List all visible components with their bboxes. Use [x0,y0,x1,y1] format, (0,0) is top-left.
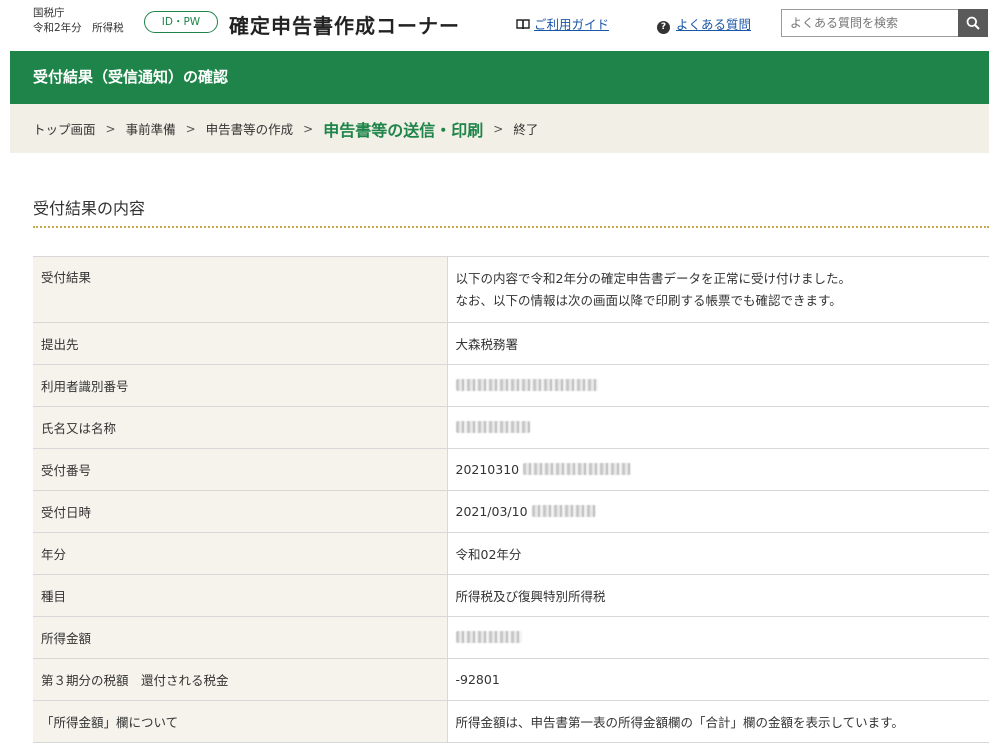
table-row: 所得金額 [33,616,989,659]
row-value-receipt-number: 20210310 [446,448,989,491]
table-bottom-border [33,742,989,743]
agency-info: 国税庁 令和2年分 所得税 [33,6,124,35]
chevron-right-icon: > [303,121,314,136]
row-label-income: 所得金額 [33,616,447,659]
breadcrumb-step-current: 申告書等の送信・印刷 [323,120,484,140]
search-button[interactable] [958,9,988,37]
row-value-tax-type: 所得税及び復興特別所得税 [446,574,989,617]
search-icon [966,16,980,30]
row-label-tax-type: 種目 [33,574,447,617]
row-label-refund: 第３期分の税額 還付される税金 [33,658,447,701]
result-message-line-2: なお、以下の情報は次の画面以降で印刷する帳票でも確認できます。 [455,292,842,308]
row-value-receipt-datetime: 2021/03/10 [446,490,989,533]
row-label-user-id: 利用者識別番号 [33,364,447,407]
agency-name: 国税庁 [33,7,65,19]
table-row: 年分 令和02年分 [33,532,989,575]
row-label-income-note: 「所得金額」欄について [33,700,447,743]
breadcrumb-step-top: トップ画面 [33,122,96,137]
receipt-date: 2021/03/10 [455,504,528,519]
result-message-line-1: 以下の内容で令和2年分の確定申告書データを正常に受け付けました。 [455,270,851,286]
section-title: 受付結果の内容 [33,199,146,218]
tax-year-label: 令和2年分 所得税 [33,22,124,34]
row-value-refund: -92801 [446,658,989,701]
faq-link[interactable]: よくある質問 [676,17,751,32]
redacted-value [523,463,632,475]
redacted-value [455,421,530,433]
row-value-income-note: 所得金額は、申告書第一表の所得金額欄の「合計」欄の金額を表示しています。 [446,700,989,743]
redacted-value [531,505,596,517]
table-row: 受付結果 以下の内容で令和2年分の確定申告書データを正常に受け付けました。 なお… [33,256,989,323]
auth-method-badge: ID・PW [144,11,218,33]
result-table: 受付結果 以下の内容で令和2年分の確定申告書データを正常に受け付けました。 なお… [33,256,989,743]
row-label-submit-to: 提出先 [33,322,447,365]
table-row: 「所得金額」欄について 所得金額は、申告書第一表の所得金額欄の「合計」欄の金額を… [33,700,989,743]
app-title: 確定申告書作成コーナー [229,14,460,38]
row-value-income [446,616,989,659]
table-row: 受付番号 20210310 [33,448,989,491]
row-label-tax-year: 年分 [33,532,447,575]
faq-link-wrap: ? よくある質問 [657,14,751,34]
redacted-value [455,379,598,391]
row-value-name [446,406,989,449]
table-row: 利用者識別番号 [33,364,989,407]
table-row: 氏名又は名称 [33,406,989,449]
book-icon [516,19,530,30]
table-row: 提出先 大森税務署 [33,322,989,365]
help-icon: ? [657,21,670,34]
row-label-receipt-datetime: 受付日時 [33,490,447,533]
table-row: 種目 所得税及び復興特別所得税 [33,574,989,617]
breadcrumb-step-create: 申告書等の作成 [205,122,294,137]
row-label-result: 受付結果 [33,256,447,323]
row-value-tax-year: 令和02年分 [446,532,989,575]
chevron-right-icon: > [185,121,196,136]
breadcrumb-step-preparation: 事前準備 [125,122,176,137]
guide-link[interactable]: ご利用ガイド [534,17,609,32]
redacted-value [455,631,522,643]
dotted-divider [33,226,989,228]
row-value-user-id [446,364,989,407]
faq-search [781,9,988,37]
breadcrumb-step-end: 終了 [513,122,539,137]
table-row: 第３期分の税額 還付される税金 -92801 [33,658,989,701]
row-label-name: 氏名又は名称 [33,406,447,449]
row-value-result: 以下の内容で令和2年分の確定申告書データを正常に受け付けました。 なお、以下の情… [446,256,989,323]
receipt-number-prefix: 20210310 [455,462,520,477]
header: 国税庁 令和2年分 所得税 ID・PW 確定申告書作成コーナー ご利用ガイド ?… [0,0,1001,50]
table-row: 受付日時 2021/03/10 [33,490,989,533]
breadcrumb: トップ画面 > 事前準備 > 申告書等の作成 > 申告書等の送信・印刷 > 終了 [10,104,989,153]
row-value-submit-to: 大森税務署 [446,322,989,365]
guide-link-wrap: ご利用ガイド [516,14,609,33]
chevron-right-icon: > [493,121,504,136]
page-title: 受付結果（受信通知）の確認 [10,51,989,104]
row-label-receipt-number: 受付番号 [33,448,447,491]
faq-search-input[interactable] [781,9,958,37]
chevron-right-icon: > [105,121,116,136]
